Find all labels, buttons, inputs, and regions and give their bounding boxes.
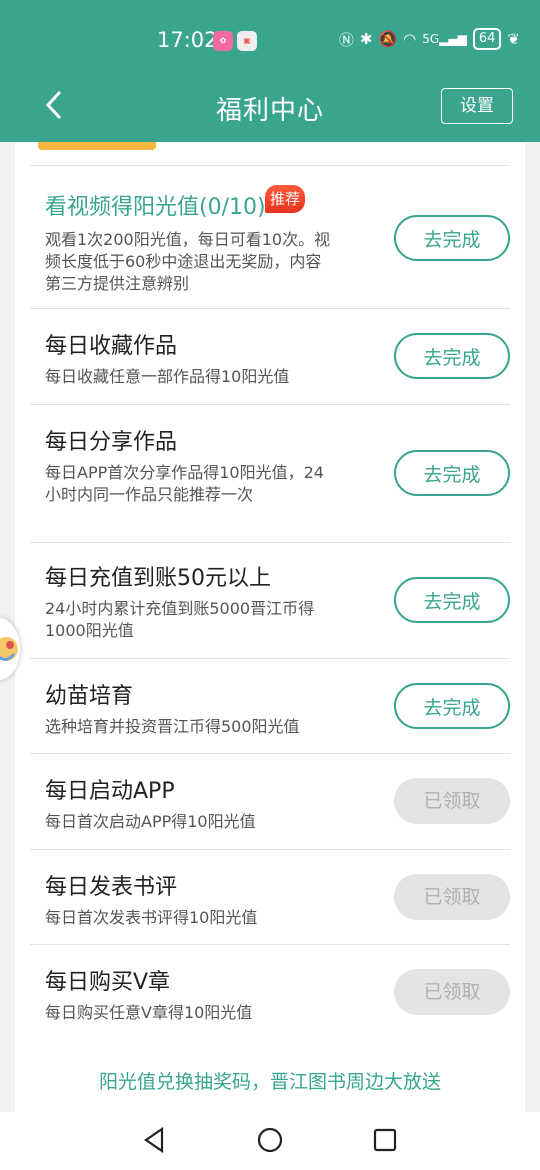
complete-task-button[interactable]: 去完成 [394, 683, 510, 729]
task-description: 选种培育并投资晋江币得500阳光值 [45, 717, 300, 736]
task-title: 幼苗培育 [45, 684, 134, 709]
bluetooth-icon: ✱ [359, 30, 373, 48]
complete-task-button[interactable]: 去完成 [394, 577, 510, 623]
task-title: 每日分享作品 [45, 430, 178, 455]
task-title: 每日发表书评 [45, 875, 178, 900]
nfc-icon: Ⓝ [338, 30, 354, 49]
claimed-button[interactable]: 已领取 [394, 874, 510, 920]
task-item-favorite: 每日收藏作品 每日收藏任意一部作品得10阳光值 去完成 [30, 308, 510, 404]
complete-task-button[interactable]: 去完成 [394, 333, 510, 379]
exchange-lottery-link[interactable]: 阳光值兑换抽奖码，晋江图书周边大放送 [15, 1067, 525, 1094]
task-description: 每日首次启动APP得10阳光值 [45, 812, 256, 831]
title-bar: 福利中心 设置 [0, 76, 540, 136]
tab-indicator [38, 142, 156, 150]
claimed-button[interactable]: 已领取 [394, 778, 510, 824]
task-description: 24小时内累计充值到账5000晋江币得1000阳光值 [45, 599, 315, 640]
task-title: 每日收藏作品 [45, 334, 178, 359]
floating-mascot-icon[interactable] [0, 618, 20, 680]
task-description: 每日收藏任意一部作品得10阳光值 [45, 367, 290, 386]
wifi-icon: ◠ [403, 30, 417, 48]
task-description: 每日APP首次分享作品得10阳光值，24小时内同一作品只能推荐一次 [45, 463, 324, 504]
status-time: 17:02 [157, 28, 218, 52]
recents-square-icon[interactable] [372, 1127, 398, 1153]
status-icons: Ⓝ ✱ 🔕 ◠ 5G▂▄▆ 64 ❦ [339, 28, 520, 50]
mute-icon: 🔕 [378, 30, 398, 48]
task-description: 每日购买任意V章得10阳光值 [45, 1003, 253, 1022]
settings-button[interactable]: 设置 [441, 88, 513, 124]
back-triangle-icon[interactable] [142, 1127, 168, 1153]
task-item-seedling: 幼苗培育 选种培育并投资晋江币得500阳光值 去完成 [30, 658, 510, 753]
task-item-watch-video: 看视频得阳光值(0/10) 推荐 观看1次200阳光值，每日可看10次。视频长度… [30, 165, 510, 308]
notification-app-icon: ✿ [213, 31, 233, 51]
task-title: 每日充值到账50元以上 [45, 566, 271, 591]
complete-task-button[interactable]: 去完成 [394, 450, 510, 496]
task-list-card: 看视频得阳光值(0/10) 推荐 观看1次200阳光值，每日可看10次。视频长度… [15, 142, 525, 1112]
recommend-badge: 推荐 [265, 185, 306, 213]
complete-task-button[interactable]: 去完成 [394, 215, 510, 261]
status-bar: 17:02 ✿ ▣ Ⓝ ✱ 🔕 ◠ 5G▂▄▆ 64 ❦ [0, 22, 540, 62]
task-item-buy-chapter: 每日购买V章 每日购买任意V章得10阳光值 已领取 [30, 944, 510, 1039]
task-title: 每日启动APP [45, 779, 175, 804]
notification-app-icon: ▣ [237, 31, 257, 51]
task-item-review: 每日发表书评 每日首次发表书评得10阳光值 已领取 [30, 849, 510, 944]
task-title: 看视频得阳光值(0/10) [45, 195, 266, 220]
task-item-share: 每日分享作品 每日APP首次分享作品得10阳光值，24小时内同一作品只能推荐一次… [30, 404, 510, 542]
task-description: 观看1次200阳光值，每日可看10次。视频长度低于60秒中途退出无奖励，内容第三… [45, 230, 331, 293]
home-circle-icon[interactable] [257, 1127, 283, 1153]
task-description: 每日首次发表书评得10阳光值 [45, 908, 258, 927]
task-title: 每日购买V章 [45, 970, 171, 995]
task-item-launch-app: 每日启动APP 每日首次启动APP得10阳光值 已领取 [30, 753, 510, 849]
app-header: 17:02 ✿ ▣ Ⓝ ✱ 🔕 ◠ 5G▂▄▆ 64 ❦ 福利中心 设置 [0, 0, 540, 142]
battery-icon: 64 [472, 28, 502, 50]
system-navigation-bar [0, 1112, 540, 1170]
task-item-recharge: 每日充值到账50元以上 24小时内累计充值到账5000晋江币得1000阳光值 去… [30, 542, 510, 658]
leaf-icon: ❦ [507, 30, 520, 48]
signal-icon: 5G▂▄▆ [422, 32, 467, 46]
claimed-button[interactable]: 已领取 [394, 969, 510, 1015]
